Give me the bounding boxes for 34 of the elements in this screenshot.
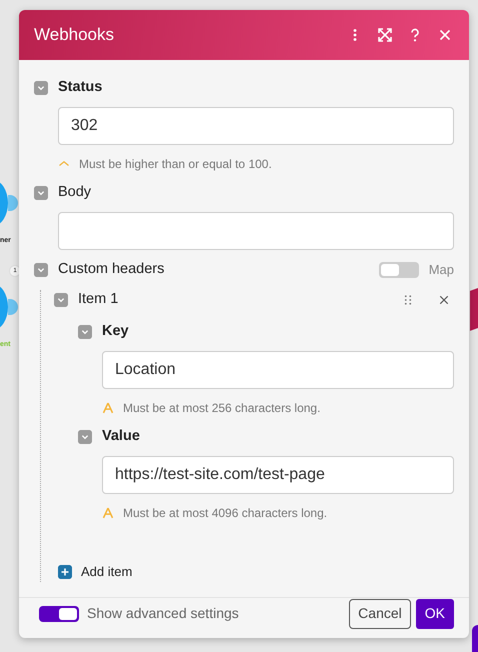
- item-label: Item 1: [78, 290, 120, 310]
- close-icon[interactable]: [438, 294, 450, 306]
- collapse-toggle[interactable]: [34, 81, 48, 95]
- field-label: Custom headers: [58, 260, 166, 280]
- hint-text: Must be higher than or equal to 100.: [79, 156, 272, 173]
- expand-icon[interactable]: [377, 27, 393, 43]
- field-label: Key: [102, 322, 129, 342]
- hint-text: Must be at most 256 characters long.: [123, 400, 320, 417]
- node-connector: [8, 195, 18, 211]
- field-label: Status: [58, 78, 102, 98]
- collapse-toggle[interactable]: [34, 263, 48, 277]
- cancel-button[interactable]: Cancel: [349, 598, 411, 628]
- input-field[interactable]: [58, 212, 454, 250]
- map-label: Map: [428, 261, 454, 280]
- input-field[interactable]: 302: [58, 107, 454, 145]
- advanced-settings-label: Show advanced settings: [87, 604, 240, 623]
- toggle-switch[interactable]: [39, 606, 79, 622]
- collapse-toggle[interactable]: [78, 430, 92, 444]
- node-connector: [8, 299, 18, 315]
- input-field[interactable]: https://test-site.com/test-page: [102, 456, 454, 494]
- dialog-title: Webhooks: [34, 24, 116, 46]
- collapse-toggle[interactable]: [34, 186, 48, 200]
- close-icon[interactable]: [437, 27, 453, 43]
- hint-text: Must be at most 4096 characters long.: [123, 505, 328, 522]
- drag-handle-icon[interactable]: [402, 294, 414, 306]
- add-icon[interactable]: [58, 564, 72, 579]
- field-label: Value: [102, 427, 140, 446]
- add-item-link[interactable]: Add item: [81, 562, 132, 582]
- toggle-switch[interactable]: [378, 262, 419, 278]
- collapse-toggle[interactable]: [54, 293, 68, 307]
- ok-button[interactable]: OK: [416, 598, 454, 628]
- collapse-toggle[interactable]: [78, 325, 92, 339]
- input-field[interactable]: Location: [102, 351, 454, 389]
- field-label: Body: [58, 183, 92, 202]
